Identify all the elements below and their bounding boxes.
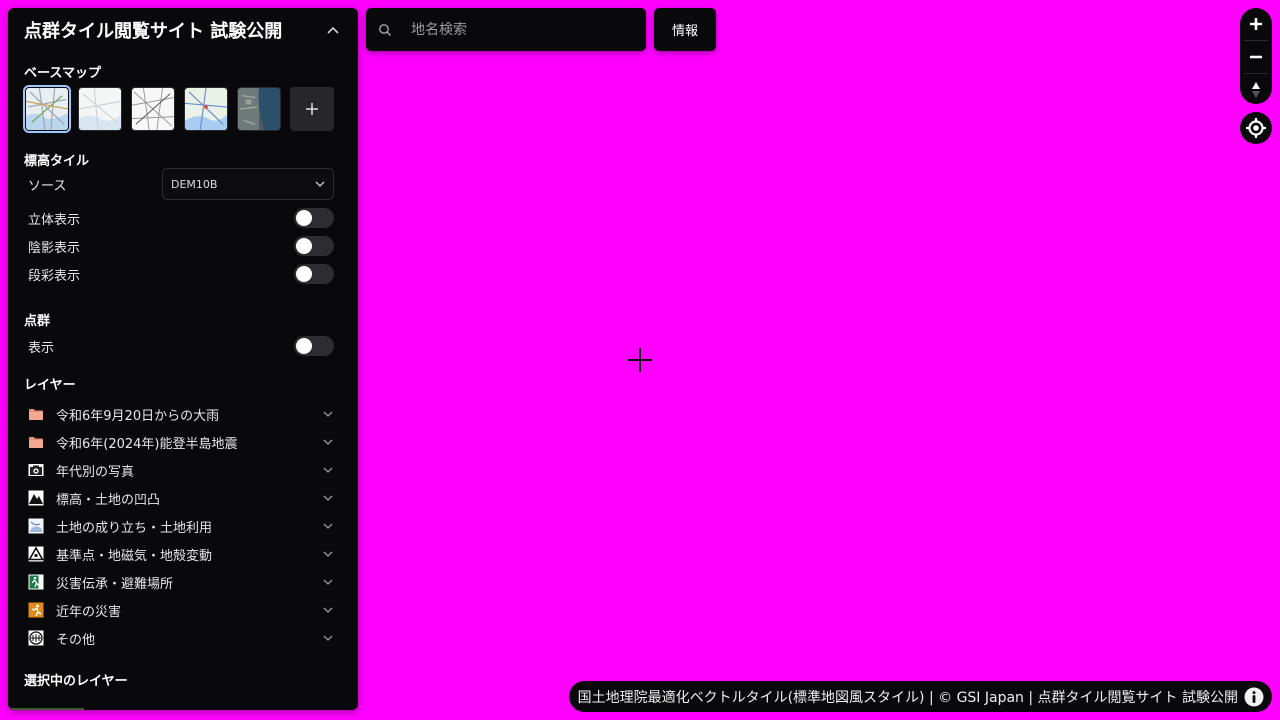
panel-title: 点群タイル閲覧サイト 試験公開	[24, 21, 283, 42]
other-icon	[28, 630, 44, 646]
layer-item[interactable]: 令和6年9月20日からの大雨	[28, 402, 334, 426]
layer-label: 年代別の写真	[56, 464, 135, 480]
attribution-text: 国土地理院最適化ベクトルタイル(標準地図風スタイル) | © GSI Japan…	[577, 689, 1238, 706]
elevation-source-label: ソース	[28, 178, 67, 194]
chevron-down-icon	[323, 551, 333, 557]
basemap-thumbnails	[23, 85, 334, 133]
layer-label: 土地の成り立ち・土地利用	[56, 520, 213, 536]
elevation-source-value: DEM10B	[171, 177, 218, 191]
basemap-color-thumb[interactable]	[184, 87, 228, 131]
layer-item[interactable]: 近年の災害	[28, 598, 334, 622]
folder-icon	[28, 434, 44, 450]
layer-label: 令和6年9月20日からの大雨	[56, 408, 220, 424]
chevron-down-icon	[323, 467, 333, 473]
toggle-label-hillshade: 陰影表示	[28, 240, 81, 256]
chevron-down-icon	[315, 181, 325, 187]
layer-item[interactable]: その他	[28, 626, 334, 650]
panel-scroll-indicator	[8, 708, 84, 710]
zoom-in-button[interactable]	[1240, 8, 1272, 40]
info-icon[interactable]	[1244, 687, 1264, 707]
layer-item[interactable]: 災害伝承・避難場所	[28, 570, 334, 594]
toggle-label-color-relief: 段彩表示	[28, 268, 81, 284]
layer-label: その他	[56, 632, 96, 648]
map-center-crosshair	[628, 348, 652, 372]
chevron-down-icon	[323, 495, 333, 501]
basemap-pale-thumb[interactable]	[78, 87, 122, 131]
mountain-icon	[28, 490, 44, 506]
minus-icon	[1250, 55, 1262, 59]
info-button[interactable]: 情報	[654, 8, 716, 51]
disaster-icon	[28, 602, 44, 618]
landform-icon	[28, 518, 44, 534]
basemap-monochrome-thumb[interactable]	[131, 87, 175, 131]
folder-icon	[28, 406, 44, 422]
chevron-down-icon	[323, 579, 333, 585]
search-input[interactable]	[411, 21, 631, 38]
side-panel: 点群タイル閲覧サイト 試験公開 ベースマップ 標高タイル ソース DEM10B …	[8, 8, 358, 710]
toggle-pointcloud-switch[interactable]	[294, 336, 334, 356]
triangulation-icon	[28, 546, 44, 562]
panel-header: 点群タイル閲覧サイト 試験公開	[24, 18, 342, 42]
layer-label: 標高・土地の凹凸	[56, 492, 161, 508]
evacuation-icon	[28, 574, 44, 590]
selected-layers-heading: 選択中のレイヤー	[24, 674, 128, 689]
chevron-down-icon	[323, 523, 333, 529]
chevron-down-icon	[323, 411, 333, 417]
basemap-standard-thumb[interactable]	[23, 85, 71, 133]
attribution-bar: 国土地理院最適化ベクトルタイル(標準地図風スタイル) | © GSI Japan…	[568, 681, 1272, 712]
toggle-label-pointcloud: 表示	[28, 340, 55, 356]
toggle-row-color-relief: 段彩表示	[28, 262, 334, 286]
toggle-label-3d: 立体表示	[28, 212, 81, 228]
layers-heading: レイヤー	[24, 378, 76, 393]
elevation-source-row: ソース	[28, 172, 158, 196]
chevron-up-icon[interactable]	[324, 21, 342, 39]
layer-label: 令和6年(2024年)能登半島地震	[56, 436, 238, 452]
chevron-down-icon	[323, 439, 333, 445]
elevation-heading: 標高タイル	[24, 154, 90, 169]
layer-item[interactable]: 土地の成り立ち・土地利用	[28, 514, 334, 538]
toggle-color-relief-switch[interactable]	[294, 264, 334, 284]
layer-item[interactable]: 年代別の写真	[28, 458, 334, 482]
chevron-down-icon	[323, 607, 333, 613]
camera-icon	[28, 462, 44, 478]
toggle-row-3d: 立体表示	[28, 206, 334, 230]
zoom-controls	[1240, 8, 1272, 104]
search-box	[366, 8, 646, 51]
add-basemap-button[interactable]	[290, 87, 334, 131]
layer-label: 災害伝承・避難場所	[56, 576, 174, 592]
zoom-out-button[interactable]	[1240, 41, 1272, 73]
plus-icon	[1250, 18, 1262, 30]
basemap-heading: ベースマップ	[24, 66, 101, 81]
target-icon	[1246, 118, 1266, 138]
basemap-aerial-photo-thumb[interactable]	[237, 87, 281, 131]
compass-icon	[1252, 82, 1260, 98]
layer-item[interactable]: 令和6年(2024年)能登半島地震	[28, 430, 334, 454]
layer-item[interactable]: 基準点・地磁気・地殻変動	[28, 542, 334, 566]
toggle-row-hillshade: 陰影表示	[28, 234, 334, 258]
toggle-hillshade-switch[interactable]	[294, 236, 334, 256]
pointcloud-heading: 点群	[24, 314, 51, 329]
elevation-source-select[interactable]: DEM10B	[162, 168, 334, 200]
geolocate-button[interactable]	[1240, 112, 1272, 144]
plus-icon	[306, 103, 318, 115]
layer-item[interactable]: 標高・土地の凹凸	[28, 486, 334, 510]
layer-label: 近年の災害	[56, 604, 122, 620]
search-icon	[379, 23, 391, 36]
toggle-row-pointcloud: 表示	[28, 334, 334, 358]
toggle-3d-switch[interactable]	[294, 208, 334, 228]
layer-label: 基準点・地磁気・地殻変動	[56, 548, 213, 564]
chevron-down-icon	[323, 635, 333, 641]
compass-button[interactable]	[1240, 74, 1272, 104]
